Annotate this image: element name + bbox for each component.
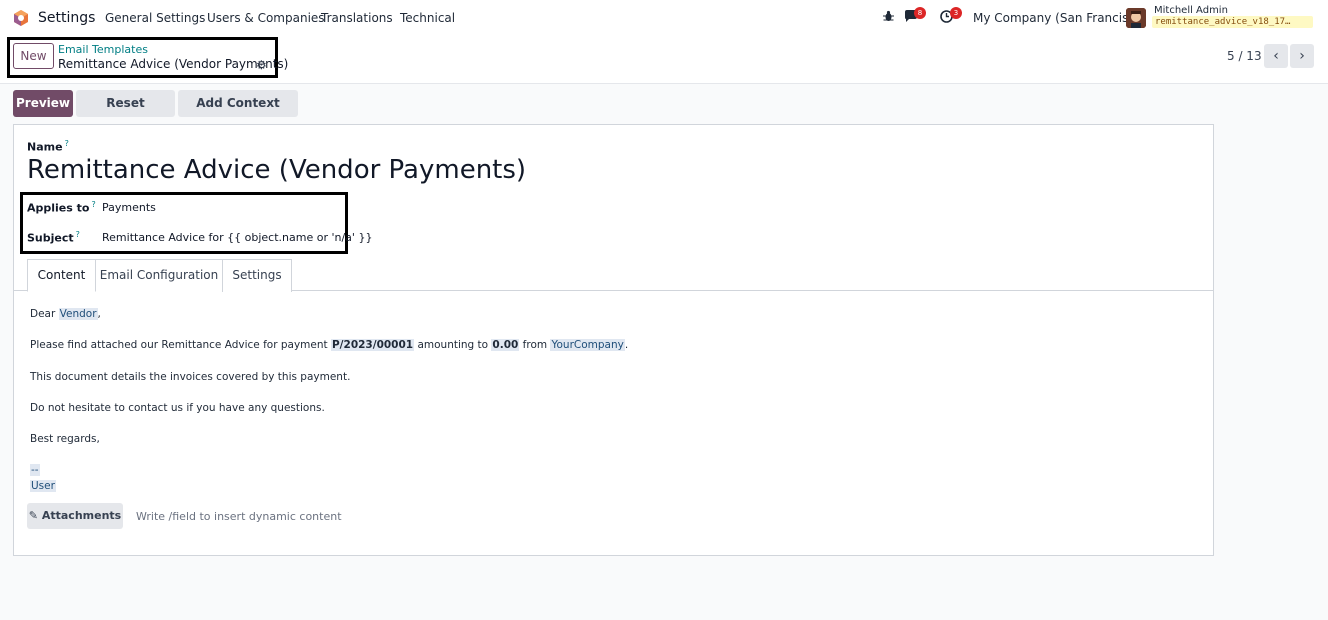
attachments-button[interactable]: ✎ Attachments bbox=[27, 503, 123, 529]
dynamic-placeholder-vendor: Vendor bbox=[58, 308, 98, 320]
tab-settings[interactable]: Settings bbox=[223, 259, 292, 292]
body-line-regards: Best regards, bbox=[30, 433, 100, 445]
preview-button[interactable]: Preview bbox=[13, 90, 73, 117]
subject-label: Subject? bbox=[27, 230, 80, 245]
pager-value[interactable]: 5 / 13 bbox=[1227, 49, 1262, 63]
breadcrumb-email-templates[interactable]: Email Templates bbox=[58, 43, 148, 56]
add-context-action-button[interactable]: Add Context Action bbox=[178, 90, 298, 137]
user-avatar[interactable] bbox=[1126, 8, 1146, 28]
menu-users-companies[interactable]: Users & Companies bbox=[207, 11, 325, 25]
top-navbar: Settings General Settings Users & Compan… bbox=[0, 0, 1328, 36]
body-line-greeting: Dear Vendor, bbox=[30, 308, 101, 320]
reset-template-button[interactable]: Reset Template bbox=[76, 90, 175, 137]
control-panel: New Email Templates Remittance Advice (V… bbox=[0, 36, 1328, 84]
pager-previous-button[interactable]: ‹ bbox=[1264, 44, 1288, 68]
editor-placeholder-hint: Write /field to insert dynamic content bbox=[136, 510, 342, 523]
signature-separator: -- bbox=[30, 464, 40, 476]
subject-field[interactable]: Remittance Advice for {{ object.name or … bbox=[102, 231, 372, 244]
debug-bug-icon[interactable] bbox=[883, 10, 894, 25]
activities-badge: 3 bbox=[950, 7, 962, 19]
menu-general-settings[interactable]: General Settings bbox=[105, 11, 205, 25]
form-sheet: Name? Remittance Advice (Vendor Payments… bbox=[13, 124, 1214, 556]
messages-icon[interactable]: 8 bbox=[904, 7, 926, 25]
tab-email-configuration[interactable]: Email Configuration bbox=[96, 259, 223, 292]
pager-next-button[interactable]: › bbox=[1290, 44, 1314, 68]
signature-user: User bbox=[30, 480, 56, 492]
user-name[interactable]: Mitchell Admin bbox=[1154, 5, 1228, 16]
settings-app-icon[interactable] bbox=[12, 9, 30, 27]
gear-icon[interactable]: ⚙ bbox=[256, 58, 267, 72]
notebook-tabs: Content Email Configuration Settings bbox=[14, 259, 1213, 292]
name-help-icon[interactable]: ? bbox=[65, 139, 69, 148]
dynamic-placeholder-amount: 0.00 bbox=[491, 339, 520, 351]
subject-help-icon[interactable]: ? bbox=[76, 230, 80, 239]
new-button[interactable]: New bbox=[13, 43, 54, 69]
tab-content[interactable]: Content bbox=[27, 259, 96, 292]
applies-to-help-icon[interactable]: ? bbox=[91, 200, 95, 209]
activities-clock-icon[interactable]: 3 bbox=[940, 7, 962, 26]
dynamic-placeholder-payment-ref: P/2023/00001 bbox=[330, 339, 415, 351]
menu-technical[interactable]: Technical bbox=[400, 11, 455, 25]
name-label: Name? bbox=[27, 139, 69, 154]
company-switcher[interactable]: My Company (San Francisco) bbox=[973, 11, 1147, 25]
applies-to-field[interactable]: Payments bbox=[102, 201, 156, 214]
applies-to-label: Applies to? bbox=[27, 200, 96, 215]
database-name: remittance_advice_v18_17… bbox=[1152, 16, 1313, 28]
body-line-payment: Please find attached our Remittance Advi… bbox=[30, 339, 629, 351]
template-name-field[interactable]: Remittance Advice (Vendor Payments) bbox=[27, 155, 526, 185]
messages-badge: 8 bbox=[914, 7, 926, 19]
body-line-contact: Do not hesitate to contact us if you hav… bbox=[30, 402, 325, 414]
menu-translations[interactable]: Translations bbox=[321, 11, 393, 25]
app-name[interactable]: Settings bbox=[38, 10, 95, 26]
dynamic-placeholder-company: YourCompany bbox=[550, 339, 625, 351]
paperclip-icon: ✎ bbox=[28, 509, 38, 522]
breadcrumb-current-record: Remittance Advice (Vendor Payments) bbox=[58, 57, 289, 71]
body-line-details: This document details the invoices cover… bbox=[30, 371, 351, 383]
